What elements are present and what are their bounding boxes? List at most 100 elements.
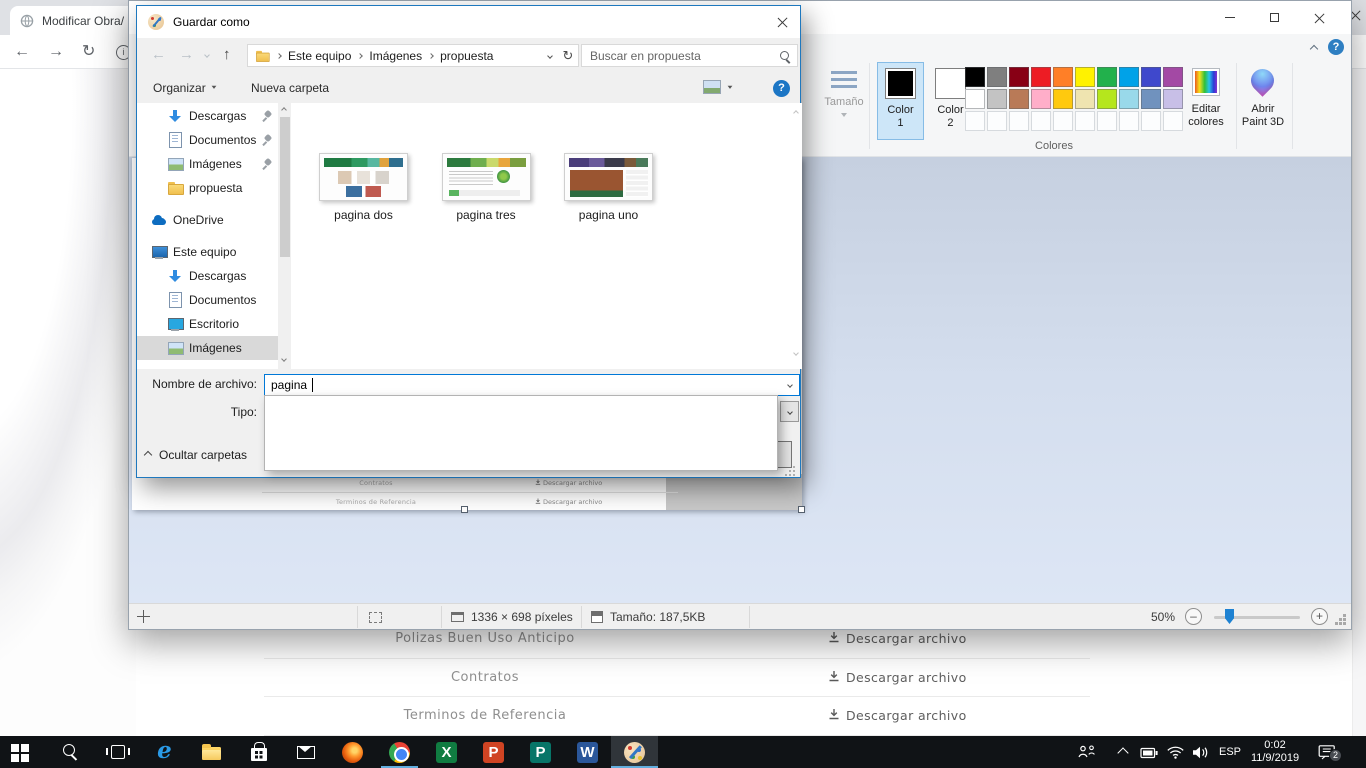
download-link[interactable]: Descargar archivo	[828, 631, 967, 646]
filename-autocomplete-dropdown[interactable]	[264, 395, 778, 471]
browser-forward-button[interactable]	[48, 35, 64, 69]
dialog-close-button[interactable]	[769, 11, 795, 33]
palette-swatch[interactable]	[1097, 67, 1117, 87]
file-item-uno[interactable]: pagina uno	[564, 153, 653, 201]
people-icon[interactable]	[1076, 745, 1098, 764]
palette-swatch[interactable]	[1119, 89, 1139, 109]
palette-swatch[interactable]	[1141, 89, 1161, 109]
sidebar-scrollbar[interactable]	[278, 103, 291, 369]
palette-swatch[interactable]	[987, 89, 1007, 109]
palette-swatch-empty[interactable]	[987, 111, 1007, 131]
palette-swatch[interactable]	[1119, 67, 1139, 87]
collapse-ribbon-icon[interactable]	[1310, 45, 1318, 53]
palette-swatch[interactable]	[1053, 89, 1073, 109]
close-button[interactable]	[1297, 1, 1342, 34]
canvas-resize-handle-bottom[interactable]	[461, 506, 468, 513]
sidebar-item-propuesta[interactable]: propuesta	[137, 176, 278, 200]
edit-colors-button[interactable]: Editarcolores	[1183, 63, 1229, 151]
taskbar-powerpoint-button[interactable]: P	[470, 736, 517, 768]
nav-up-button[interactable]	[223, 44, 231, 66]
palette-swatch[interactable]	[1163, 67, 1183, 87]
hidden-icons-chevron[interactable]	[1117, 747, 1128, 758]
taskbar-firefox-button[interactable]	[329, 736, 376, 768]
dialog-help-icon[interactable]: ?	[773, 80, 790, 97]
refresh-button[interactable]	[558, 44, 579, 67]
taskbar-search-button[interactable]	[47, 736, 94, 768]
sidebar-item-imágenes[interactable]: Imágenes	[137, 336, 278, 360]
taskbar-excel-button[interactable]: X	[423, 736, 470, 768]
color1-button[interactable]: Color1	[877, 62, 924, 140]
webpage-scroll-area[interactable]	[1352, 69, 1366, 736]
palette-swatch[interactable]	[1075, 67, 1095, 87]
taskbar-mail-button[interactable]	[282, 736, 329, 768]
palette-swatch[interactable]	[965, 89, 985, 109]
open-paint3d-button[interactable]: AbrirPaint 3D	[1239, 63, 1287, 151]
file-item-tres[interactable]: pagina tres	[442, 153, 531, 201]
help-icon[interactable]: ?	[1328, 39, 1344, 55]
taskbar-word-button[interactable]: W	[564, 736, 611, 768]
taskbar-publisher-button[interactable]: P	[517, 736, 564, 768]
palette-swatch[interactable]	[1031, 67, 1051, 87]
zoom-slider-thumb[interactable]	[1225, 609, 1234, 624]
search-icon[interactable]	[780, 51, 789, 60]
sidebar-item-descargas[interactable]: Descargas	[137, 264, 278, 288]
canvas-resize-handle-corner[interactable]	[798, 506, 805, 513]
volume-icon[interactable]	[1192, 746, 1210, 764]
palette-swatch-empty[interactable]	[1075, 111, 1095, 131]
palette-swatch[interactable]	[1009, 89, 1029, 109]
taskbar-start-button[interactable]	[0, 736, 47, 768]
taskbar-taskview-button[interactable]	[94, 736, 141, 768]
language-indicator[interactable]: ESP	[1219, 746, 1241, 758]
palette-swatch-empty[interactable]	[1031, 111, 1051, 131]
sidebar-item-imágenes[interactable]: Imágenes	[137, 152, 278, 176]
scrollbar-thumb[interactable]	[280, 117, 290, 257]
breadcrumb-segment[interactable]: Imágenes	[369, 49, 422, 63]
sidebar-item-este-equipo[interactable]: Este equipo	[137, 240, 278, 264]
dialog-resize-grip[interactable]	[785, 474, 787, 476]
sidebar-item-escritorio[interactable]: Escritorio	[137, 312, 278, 336]
palette-swatch[interactable]	[1031, 89, 1051, 109]
address-dropdown-icon[interactable]	[547, 53, 553, 59]
zoom-in-button[interactable]: +	[1311, 608, 1328, 625]
breadcrumb-segment[interactable]: Este equipo	[288, 49, 351, 63]
organize-menu[interactable]: Organizar	[153, 78, 217, 98]
palette-swatch[interactable]	[1053, 67, 1073, 87]
palette-swatch-empty[interactable]	[1141, 111, 1161, 131]
address-bar[interactable]: Este equipo Imágenes propuesta	[247, 44, 559, 67]
maximize-button[interactable]	[1252, 1, 1297, 34]
recent-locations-icon[interactable]	[204, 52, 210, 58]
filename-input[interactable]: pagina	[264, 374, 800, 396]
zoom-out-button[interactable]: –	[1185, 608, 1202, 625]
scroll-up-icon[interactable]	[281, 107, 287, 113]
sidebar-item-documentos[interactable]: Documentos	[137, 128, 278, 152]
taskbar-chrome-button[interactable]	[376, 736, 423, 768]
view-dropdown-icon[interactable]	[728, 86, 733, 92]
list-scroll-up-icon[interactable]	[793, 110, 799, 116]
wifi-icon[interactable]	[1166, 745, 1185, 764]
palette-swatch-empty[interactable]	[1119, 111, 1139, 131]
nav-forward-button[interactable]	[179, 44, 194, 66]
sidebar-item-documentos[interactable]: Documentos	[137, 288, 278, 312]
filename-dropdown-icon[interactable]	[781, 375, 799, 395]
palette-swatch[interactable]	[987, 67, 1007, 87]
palette-swatch[interactable]	[1097, 89, 1117, 109]
palette-swatch-empty[interactable]	[1097, 111, 1117, 131]
battery-icon[interactable]	[1140, 746, 1159, 764]
taskbar-edge-button[interactable]: e	[141, 736, 188, 768]
clock[interactable]: 0:02 11/9/2019	[1240, 739, 1310, 765]
view-mode-icon[interactable]	[703, 80, 721, 94]
sidebar-item-descargas[interactable]: Descargas	[137, 104, 278, 128]
download-link[interactable]: Descargar archivo	[828, 708, 967, 723]
palette-swatch[interactable]	[1075, 89, 1095, 109]
action-center-icon[interactable]: 2	[1318, 744, 1337, 765]
breadcrumb-segment[interactable]: propuesta	[440, 49, 493, 63]
palette-swatch[interactable]	[965, 67, 985, 87]
download-link[interactable]: Descargar archivo	[828, 670, 967, 685]
palette-swatch[interactable]	[1009, 67, 1029, 87]
file-item-dos[interactable]: pagina dos	[319, 153, 408, 201]
filetype-dropdown-icon[interactable]	[780, 401, 799, 422]
new-folder-button[interactable]: Nueva carpeta	[251, 78, 329, 98]
taskbar-store-button[interactable]	[235, 736, 282, 768]
nav-back-button[interactable]	[151, 44, 166, 66]
scroll-down-icon[interactable]	[281, 356, 287, 362]
